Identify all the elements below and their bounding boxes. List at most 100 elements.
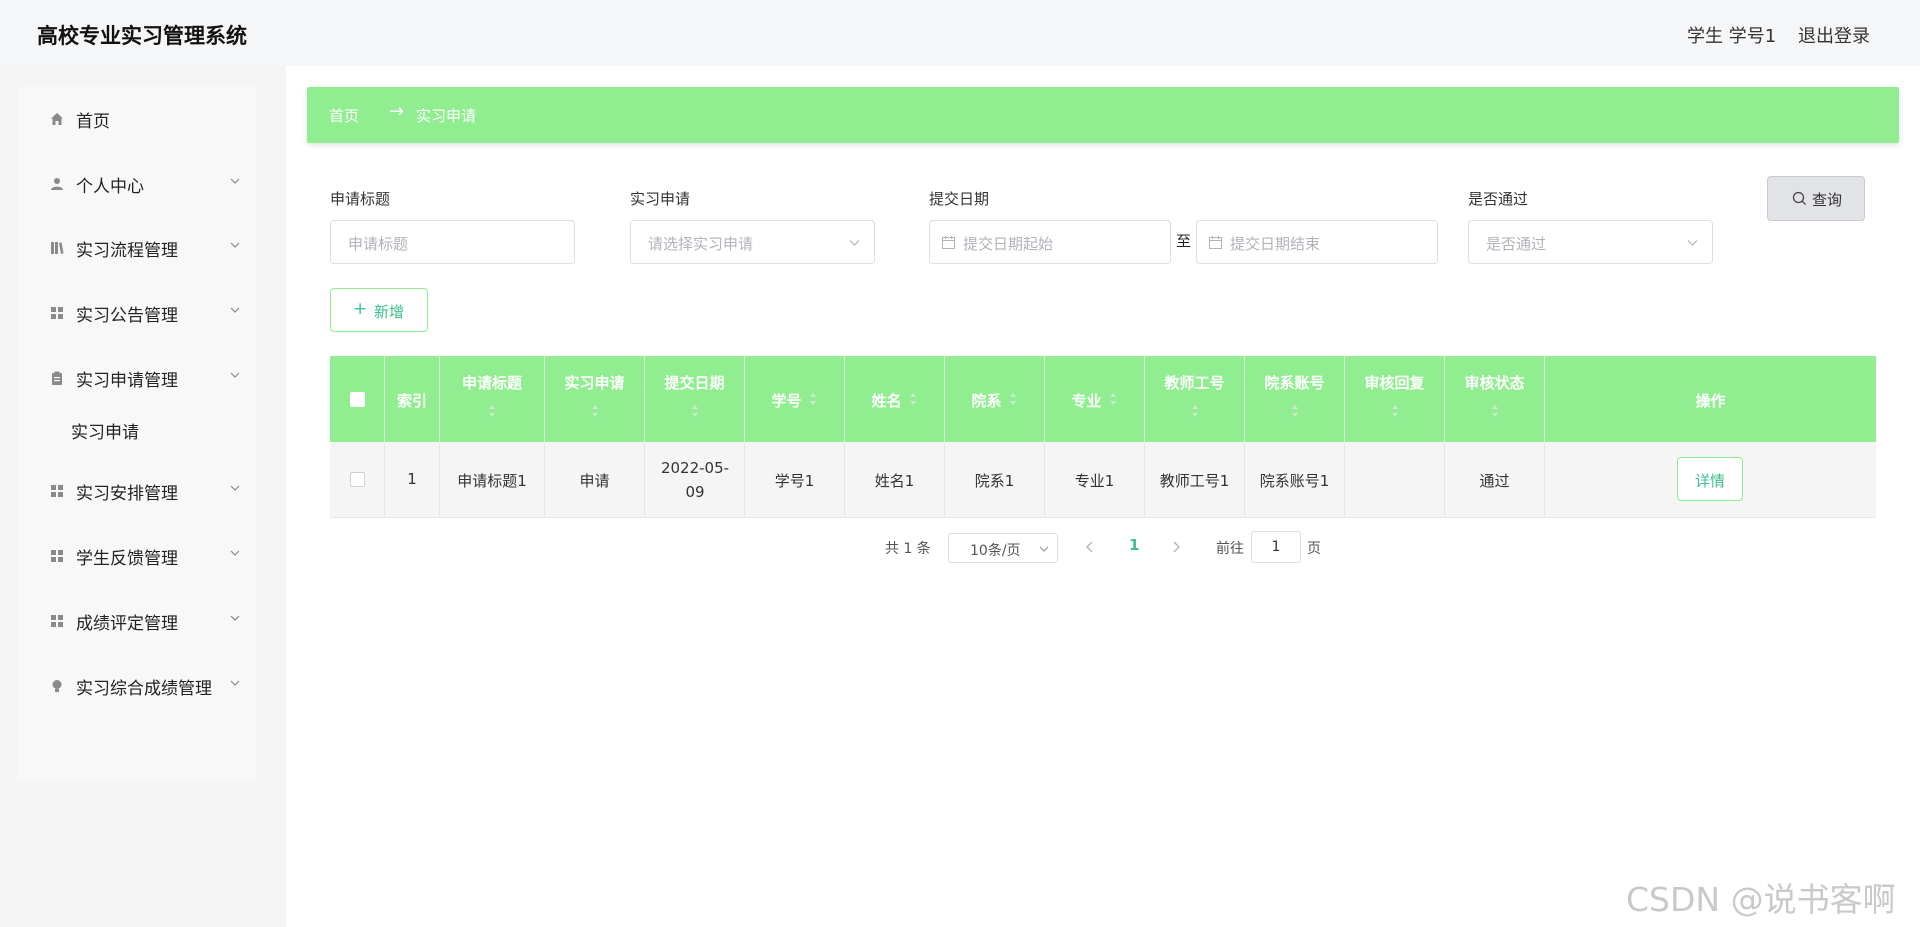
chevron-down-icon [1039, 546, 1049, 552]
column-header-label: 申请标题 [461, 374, 522, 392]
app-title: 高校专业实习管理系统 [37, 24, 247, 48]
logout-link[interactable]: 退出登录 [1798, 22, 1870, 48]
sidebar-item-label: 实习申请管理 [76, 371, 178, 391]
cell-teacher-no: 教师工号1 [1145, 442, 1245, 518]
column-header-apply[interactable]: 实习申请 [545, 356, 645, 442]
sidebar-item-notice[interactable]: 实习公告管理 [18, 298, 256, 328]
sidebar-item-label: 个人中心 [76, 177, 144, 197]
submenu-item-application[interactable]: 实习申请 [71, 418, 139, 443]
sort-icon[interactable] [1009, 392, 1017, 406]
page-size-value: 10条/页 [970, 543, 1021, 559]
sidebar-item-personal-center[interactable]: 个人中心 [18, 169, 256, 199]
date-start-input[interactable]: 提交日期起始 [929, 220, 1171, 264]
goto-page-value: 1 [1271, 539, 1281, 555]
chevron-down-icon [230, 307, 240, 313]
bulb-icon [52, 680, 62, 692]
sort-icon[interactable] [1391, 404, 1399, 418]
sort-icon[interactable] [488, 404, 496, 418]
cell-text: 申请 [579, 472, 610, 490]
sidebar-item-feedback[interactable]: 学生反馈管理 [18, 541, 256, 571]
sidebar-item-label: 实习安排管理 [76, 484, 178, 504]
sidebar-item-label: 成绩评定管理 [76, 614, 178, 634]
page-number-current[interactable]: 1 [1129, 536, 1139, 554]
cell-dept: 院系1 [945, 442, 1045, 518]
cell-index: 1 [385, 442, 440, 518]
cell-text: 1 [407, 470, 417, 488]
add-button[interactable]: + 新增 [330, 288, 428, 332]
column-header-teacher-no[interactable]: 教师工号 [1145, 356, 1245, 442]
column-header-label: 学号 [771, 392, 802, 410]
clipboard-icon [52, 371, 62, 385]
sidebar-item-grading[interactable]: 成绩评定管理 [18, 606, 256, 636]
detail-button[interactable]: 详情 [1677, 457, 1743, 501]
sidebar-item-label: 实习公告管理 [76, 306, 178, 326]
title-search-input[interactable]: 申请标题 [330, 220, 575, 264]
column-header-name[interactable]: 姓名 [845, 356, 945, 442]
next-page-icon[interactable] [1170, 540, 1182, 554]
column-header-status[interactable]: 审核状态 [1445, 356, 1545, 442]
cell-dept-account: 院系账号1 [1245, 442, 1345, 518]
chevron-up-icon [230, 372, 240, 378]
goto-suffix: 页 [1307, 541, 1321, 557]
apply-label: 实习申请 [630, 190, 691, 208]
select-all-checkbox[interactable] [350, 392, 365, 407]
calendar-icon [942, 236, 955, 249]
column-header-dept[interactable]: 院系 [945, 356, 1045, 442]
goto-page-input[interactable]: 1 [1251, 531, 1301, 563]
grid-icon [51, 550, 63, 562]
cell-student-no: 学号1 [745, 442, 845, 518]
sidebar-item-arrangement[interactable]: 实习安排管理 [18, 476, 256, 506]
prev-page-icon[interactable] [1084, 540, 1096, 554]
cell-text: 通过 [1479, 472, 1510, 490]
column-header-date[interactable]: 提交日期 [645, 356, 745, 442]
cell-text: 姓名1 [874, 472, 915, 490]
cell-action: 详情 [1545, 442, 1876, 518]
top-header: 高校专业实习管理系统 学生 学号1 退出登录 [0, 0, 1920, 66]
column-header-label: 审核回复 [1364, 374, 1425, 392]
date-range-separator: 至 [1176, 232, 1192, 250]
table-row: 1 申请标题1 申请 2022-05-09 学号1 姓名1 院系1 专业1 教师… [330, 442, 1876, 518]
sort-icon[interactable] [1191, 404, 1199, 418]
sidebar-item-label: 实习综合成绩管理 [76, 679, 212, 699]
cell-title: 申请标题1 [440, 442, 545, 518]
breadcrumb-home[interactable]: 首页 [329, 105, 359, 126]
sort-icon[interactable] [1291, 404, 1299, 418]
grid-icon [51, 307, 63, 319]
detail-button-label: 详情 [1694, 472, 1725, 490]
calendar-icon [1209, 236, 1222, 249]
date-end-input[interactable]: 提交日期结束 [1196, 220, 1438, 264]
sidebar-item-process[interactable]: 实习流程管理 [18, 233, 256, 263]
cell-date: 2022-05-09 [645, 442, 745, 518]
column-header-label: 姓名 [871, 392, 902, 410]
goto-label: 前往 [1216, 541, 1244, 557]
column-header-label: 院系 [971, 392, 1002, 410]
cell-text: 2022-05-09 [660, 459, 730, 501]
sidebar-item-application[interactable]: 实习申请管理 [18, 363, 256, 393]
pass-placeholder: 是否通过 [1486, 235, 1547, 253]
sort-icon[interactable] [591, 404, 599, 418]
column-header-student-no[interactable]: 学号 [745, 356, 845, 442]
sidebar-item-overall-score[interactable]: 实习综合成绩管理 [18, 671, 256, 701]
column-header-label: 索引 [396, 392, 427, 410]
query-button[interactable]: 查询 [1767, 176, 1865, 221]
column-header-title[interactable]: 申请标题 [440, 356, 545, 442]
page-size-select[interactable]: 10条/页 [948, 533, 1058, 563]
pass-label: 是否通过 [1468, 190, 1529, 208]
sort-icon[interactable] [1491, 404, 1499, 418]
column-header-dept-account[interactable]: 院系账号 [1245, 356, 1345, 442]
sidebar-item-home[interactable]: 首页 [18, 104, 256, 134]
row-checkbox[interactable] [350, 472, 365, 487]
sort-icon[interactable] [909, 392, 917, 406]
column-header-major[interactable]: 专业 [1045, 356, 1145, 442]
column-header-reply[interactable]: 审核回复 [1345, 356, 1445, 442]
pass-select[interactable]: 是否通过 [1468, 220, 1713, 264]
chevron-down-icon [230, 485, 240, 491]
apply-select[interactable]: 请选择实习申请 [630, 220, 875, 264]
chevron-down-icon [230, 680, 240, 686]
sort-icon[interactable] [1109, 392, 1117, 406]
home-icon [51, 113, 63, 125]
sort-icon[interactable] [809, 392, 817, 406]
user-icon [51, 178, 63, 190]
date-label: 提交日期 [929, 190, 990, 208]
sort-icon[interactable] [691, 404, 699, 418]
